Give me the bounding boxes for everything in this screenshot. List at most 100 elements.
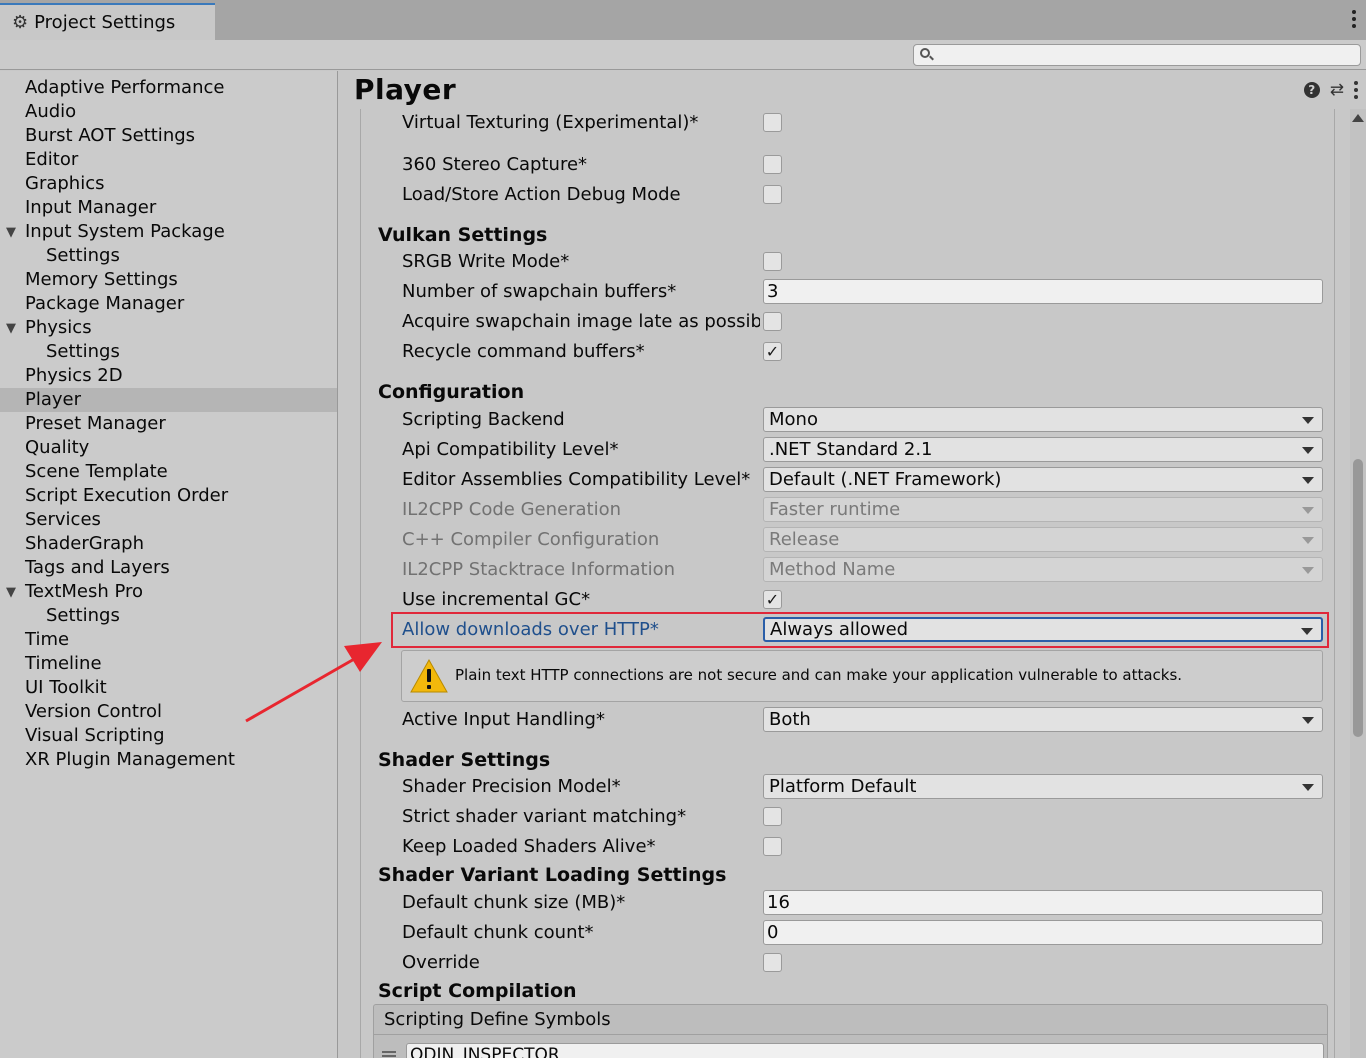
dropdown-value: Faster runtime bbox=[769, 499, 901, 520]
editor-asm-compat-dropdown[interactable]: Default (.NET Framework) bbox=[763, 467, 1323, 492]
tab-title: Project Settings bbox=[34, 12, 176, 33]
indent-guide bbox=[1334, 109, 1335, 1058]
keep-shaders-label: Keep Loaded Shaders Alive* bbox=[402, 836, 656, 857]
search-icon bbox=[920, 48, 930, 58]
sidebar-item-visual-scripting[interactable]: Visual Scripting bbox=[0, 724, 337, 748]
cpp-compiler-label: C++ Compiler Configuration bbox=[402, 529, 660, 550]
srgb-write-checkbox[interactable] bbox=[763, 252, 782, 271]
incremental-gc-label: Use incremental GC* bbox=[402, 589, 591, 610]
api-compat-dropdown[interactable]: .NET Standard 2.1 bbox=[763, 437, 1323, 462]
dropdown-value: Release bbox=[769, 529, 840, 550]
stereo-capture-label: 360 Stereo Capture* bbox=[402, 154, 588, 175]
search-input[interactable] bbox=[913, 44, 1361, 66]
scrollbar-thumb[interactable] bbox=[1353, 459, 1363, 737]
sidebar-item-preset-manager[interactable]: Preset Manager bbox=[0, 412, 337, 436]
expand-arrow-icon[interactable]: ▼ bbox=[6, 221, 16, 245]
sidebar-item-input-system-package[interactable]: ▼ Input System Package bbox=[0, 220, 337, 244]
swapchain-buffers-field[interactable]: 3 bbox=[763, 279, 1323, 304]
chevron-down-icon bbox=[1302, 447, 1314, 454]
expand-arrow-icon[interactable]: ▼ bbox=[6, 317, 16, 341]
dropdown-value: Default (.NET Framework) bbox=[769, 469, 1002, 490]
recycle-buffers-checkbox[interactable]: ✓ bbox=[763, 342, 782, 361]
window-menu-icon[interactable] bbox=[1352, 10, 1356, 28]
override-checkbox[interactable] bbox=[763, 953, 782, 972]
sidebar-item-services[interactable]: Services bbox=[0, 508, 337, 532]
sidebar-item-memory-settings[interactable]: Memory Settings bbox=[0, 268, 337, 292]
shader-precision-dropdown[interactable]: Platform Default bbox=[763, 774, 1323, 799]
http-warning-text: Plain text HTTP connections are not secu… bbox=[455, 666, 1183, 684]
sidebar-item-script-execution-order[interactable]: Script Execution Order bbox=[0, 484, 337, 508]
active-input-dropdown[interactable]: Both bbox=[763, 707, 1323, 732]
vertical-scrollbar[interactable] bbox=[1350, 109, 1366, 1058]
check-icon: ✓ bbox=[765, 342, 780, 361]
settings-content: Virtual Texturing (Experimental)* 360 St… bbox=[339, 71, 1350, 1058]
chevron-down-icon bbox=[1302, 717, 1314, 724]
sidebar-item-timeline[interactable]: Timeline bbox=[0, 652, 337, 676]
sidebar-item-label: TextMesh Pro bbox=[25, 581, 144, 602]
load-store-debug-label: Load/Store Action Debug Mode bbox=[402, 184, 681, 205]
shader-precision-label: Shader Precision Model* bbox=[402, 776, 621, 797]
drag-handle-icon[interactable] bbox=[382, 1051, 396, 1053]
chevron-down-icon bbox=[1302, 417, 1314, 424]
scroll-up-icon[interactable] bbox=[1352, 114, 1364, 122]
sidebar-item-physics-2d[interactable]: Physics 2D bbox=[0, 364, 337, 388]
page-title: Player bbox=[354, 73, 457, 106]
chevron-down-icon bbox=[1302, 507, 1314, 514]
sidebar-item-input-system-settings[interactable]: Settings bbox=[0, 244, 337, 268]
define-symbols-header: Scripting Define Symbols bbox=[374, 1005, 1327, 1035]
sidebar-item-time[interactable]: Time bbox=[0, 628, 337, 652]
expand-arrow-icon[interactable]: ▼ bbox=[6, 581, 16, 605]
gear-icon: ⚙ bbox=[12, 12, 29, 33]
stereo-capture-checkbox[interactable] bbox=[763, 155, 782, 174]
dropdown-value: Both bbox=[769, 709, 811, 730]
sidebar-item-textmesh-settings[interactable]: Settings bbox=[0, 604, 337, 628]
chunk-count-label: Default chunk count* bbox=[402, 922, 594, 943]
preset-sliders-icon[interactable]: ⇄ bbox=[1330, 82, 1344, 99]
check-icon: ✓ bbox=[765, 590, 780, 609]
sidebar-item-label: Physics bbox=[25, 317, 92, 338]
define-symbols-list: Scripting Define Symbols ODIN_INSPECTOR bbox=[373, 1004, 1328, 1058]
sidebar-item-ui-toolkit[interactable]: UI Toolkit bbox=[0, 676, 337, 700]
inspector-header: Player ? ⇄ bbox=[339, 71, 1366, 107]
sidebar-item-shadergraph[interactable]: ShaderGraph bbox=[0, 532, 337, 556]
tab-project-settings[interactable]: ⚙ Project Settings bbox=[0, 3, 215, 40]
chevron-down-icon bbox=[1302, 477, 1314, 484]
vulkan-settings-header: Vulkan Settings bbox=[378, 224, 548, 246]
sidebar-item-graphics[interactable]: Graphics bbox=[0, 172, 337, 196]
acquire-late-checkbox[interactable] bbox=[763, 312, 782, 331]
sidebar-item-input-manager[interactable]: Input Manager bbox=[0, 196, 337, 220]
sidebar-item-burst-aot[interactable]: Burst AOT Settings bbox=[0, 124, 337, 148]
sidebar-item-editor[interactable]: Editor bbox=[0, 148, 337, 172]
define-symbol-field[interactable]: ODIN_INSPECTOR bbox=[406, 1043, 1324, 1058]
strict-variant-checkbox[interactable] bbox=[763, 807, 782, 826]
sidebar-item-xr-plugin-management[interactable]: XR Plugin Management bbox=[0, 748, 337, 772]
sidebar-item-physics-settings[interactable]: Settings bbox=[0, 340, 337, 364]
override-label: Override bbox=[402, 952, 480, 973]
more-options-icon[interactable] bbox=[1354, 81, 1358, 99]
settings-sidebar: Adaptive Performance Audio Burst AOT Set… bbox=[0, 71, 338, 1058]
virtual-texturing-checkbox[interactable] bbox=[763, 113, 782, 132]
sidebar-item-tags-and-layers[interactable]: Tags and Layers bbox=[0, 556, 337, 580]
help-icon[interactable]: ? bbox=[1303, 82, 1320, 98]
chunk-size-label: Default chunk size (MB)* bbox=[402, 892, 626, 913]
load-store-debug-checkbox[interactable] bbox=[763, 185, 782, 204]
script-compilation-header: Script Compilation bbox=[378, 980, 577, 1002]
strict-variant-label: Strict shader variant matching* bbox=[402, 806, 687, 827]
sidebar-item-textmesh-pro[interactable]: ▼ TextMesh Pro bbox=[0, 580, 337, 604]
sidebar-item-physics[interactable]: ▼ Physics bbox=[0, 316, 337, 340]
sidebar-item-adaptive-performance[interactable]: Adaptive Performance bbox=[0, 76, 337, 100]
chevron-down-icon bbox=[1302, 537, 1314, 544]
sidebar-item-audio[interactable]: Audio bbox=[0, 100, 337, 124]
chunk-count-field[interactable]: 0 bbox=[763, 920, 1323, 945]
sidebar-item-package-manager[interactable]: Package Manager bbox=[0, 292, 337, 316]
sidebar-item-player[interactable]: Player bbox=[0, 388, 337, 412]
sidebar-item-scene-template[interactable]: Scene Template bbox=[0, 460, 337, 484]
scripting-backend-dropdown[interactable]: Mono bbox=[763, 407, 1323, 432]
chunk-size-field[interactable]: 16 bbox=[763, 890, 1323, 915]
sidebar-item-label: Input System Package bbox=[25, 221, 225, 242]
sidebar-item-version-control[interactable]: Version Control bbox=[0, 700, 337, 724]
acquire-late-label: Acquire swapchain image late as possible… bbox=[402, 311, 760, 332]
sidebar-item-quality[interactable]: Quality bbox=[0, 436, 337, 460]
keep-shaders-checkbox[interactable] bbox=[763, 837, 782, 856]
incremental-gc-checkbox[interactable]: ✓ bbox=[763, 590, 782, 609]
